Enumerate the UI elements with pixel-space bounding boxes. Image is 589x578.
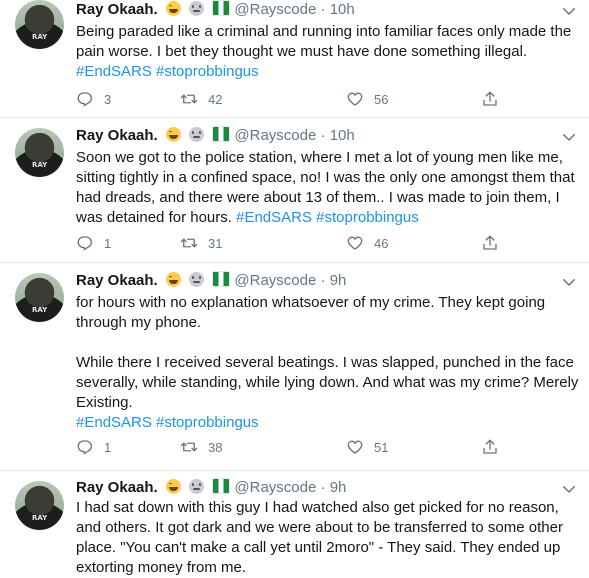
timestamp[interactable]: 9h [330, 479, 347, 496]
like-icon [347, 236, 363, 250]
user-handle[interactable]: @Rayscode [234, 1, 316, 18]
nigeria-flag-icon [212, 478, 231, 494]
tweet-actions: 1 38 51 [76, 436, 516, 458]
like-icon [347, 92, 363, 106]
reply-count: 1 [104, 235, 112, 251]
display-name[interactable]: Ray Okaah. [76, 1, 158, 18]
retweet-button[interactable]: 38 [180, 436, 222, 458]
reply-button[interactable]: 1 [76, 232, 111, 254]
retweet-icon [180, 238, 198, 248]
tweet[interactable]: RAY Ray Okaah. @Rayscode · 9h I had sat … [0, 471, 589, 576]
tweet-text: I had sat down with this guy I had watch… [76, 498, 581, 578]
hashtags[interactable]: #EndSARS #stoprobbingus [76, 414, 259, 431]
share-button[interactable] [481, 88, 509, 110]
retweet-button[interactable]: 31 [180, 232, 222, 254]
avatar-shirt-text: RAY [32, 161, 48, 169]
tweet-header: Ray Okaah. @Rayscode · 10h [76, 126, 355, 146]
laughing-emoji-icon [165, 272, 181, 287]
tweet-header: Ray Okaah. @Rayscode · 9h [76, 271, 346, 291]
separator-dot: · [320, 1, 326, 18]
avatar[interactable]: RAY [15, 273, 64, 322]
separator-dot: · [320, 127, 326, 144]
timestamp[interactable]: 10h [330, 127, 355, 144]
like-count: 51 [374, 439, 389, 455]
hashtags[interactable]: #EndSARS #stoprobbingus [236, 209, 419, 226]
grinning-emoji-icon [189, 127, 205, 142]
nigeria-flag-icon [212, 126, 231, 142]
share-icon [483, 235, 497, 250]
like-button[interactable]: 56 [346, 88, 388, 110]
tweet-body-text: Being paraded like a criminal and runnin… [76, 23, 576, 60]
timestamp[interactable]: 9h [330, 272, 347, 289]
user-handle[interactable]: @Rayscode [234, 479, 316, 496]
like-button[interactable]: 46 [346, 232, 388, 254]
user-handle[interactable]: @Rayscode [234, 272, 316, 289]
avatar[interactable]: RAY [15, 0, 64, 49]
chevron-down-icon[interactable] [560, 480, 578, 498]
chevron-down-icon[interactable] [560, 273, 578, 291]
reply-button[interactable]: 1 [76, 436, 111, 458]
reply-icon [77, 92, 92, 107]
laughing-emoji-icon [165, 127, 181, 142]
retweet-count: 31 [208, 235, 223, 251]
nigeria-flag-icon [212, 0, 231, 16]
hashtags[interactable]: #EndSARS #stoprobbingus [76, 63, 259, 80]
tweet-header: Ray Okaah. @Rayscode · 10h [76, 0, 355, 20]
grinning-emoji-icon [189, 479, 205, 494]
laughing-emoji-icon [165, 479, 181, 494]
tweet-actions: 1 31 46 [76, 232, 516, 254]
nigeria-flag-icon [212, 271, 231, 287]
separator-dot: · [320, 479, 326, 496]
share-button[interactable] [481, 232, 509, 254]
like-count: 56 [374, 91, 389, 107]
share-icon [483, 439, 497, 454]
grinning-emoji-icon [189, 272, 205, 287]
reply-count: 3 [104, 91, 112, 107]
avatar-shirt-text: RAY [32, 514, 48, 522]
tweet-actions: 3 42 56 [76, 88, 516, 110]
tweet-text: for hours with no explanation whatsoever… [76, 293, 581, 433]
user-handle[interactable]: @Rayscode [234, 127, 316, 144]
like-count: 46 [374, 235, 389, 251]
tweet-body-text: I had sat down with this guy I had watch… [76, 499, 568, 576]
reply-button[interactable]: 3 [76, 88, 111, 110]
share-icon [483, 91, 497, 106]
display-name[interactable]: Ray Okaah. [76, 127, 158, 144]
retweet-icon [180, 442, 198, 452]
timestamp[interactable]: 10h [330, 1, 355, 18]
display-name[interactable]: Ray Okaah. [76, 479, 158, 496]
like-button[interactable]: 51 [346, 436, 388, 458]
separator-dot: · [320, 272, 326, 289]
tweet-text: Being paraded like a criminal and runnin… [76, 22, 581, 82]
tweet[interactable]: RAY Ray Okaah. @Rayscode · 10h Soon we g… [0, 118, 589, 263]
retweet-icon [180, 94, 198, 104]
retweet-count: 38 [208, 439, 223, 455]
chevron-down-icon[interactable] [560, 128, 578, 146]
grinning-emoji-icon [189, 1, 205, 16]
retweet-count: 42 [208, 91, 223, 107]
laughing-emoji-icon [165, 1, 181, 16]
like-icon [347, 440, 363, 454]
avatar[interactable]: RAY [15, 128, 64, 177]
avatar[interactable]: RAY [15, 481, 64, 530]
retweet-button[interactable]: 42 [180, 88, 222, 110]
tweet[interactable]: RAY Ray Okaah. @Rayscode · 10h Being par… [0, 0, 589, 118]
tweet[interactable]: RAY Ray Okaah. @Rayscode · 9h for hours … [0, 263, 589, 471]
reply-icon [77, 440, 92, 455]
tweet-body-text: for hours with no explanation whatsoever… [76, 294, 579, 411]
avatar-shirt-text: RAY [32, 306, 48, 314]
avatar-shirt-text: RAY [32, 33, 48, 41]
tweet-text: Soon we got to the police station, where… [76, 148, 581, 228]
share-button[interactable] [481, 436, 509, 458]
chevron-down-icon[interactable] [560, 2, 578, 20]
reply-icon [77, 236, 92, 251]
tweet-header: Ray Okaah. @Rayscode · 9h [76, 478, 346, 498]
reply-count: 1 [104, 439, 112, 455]
display-name[interactable]: Ray Okaah. [76, 272, 158, 289]
